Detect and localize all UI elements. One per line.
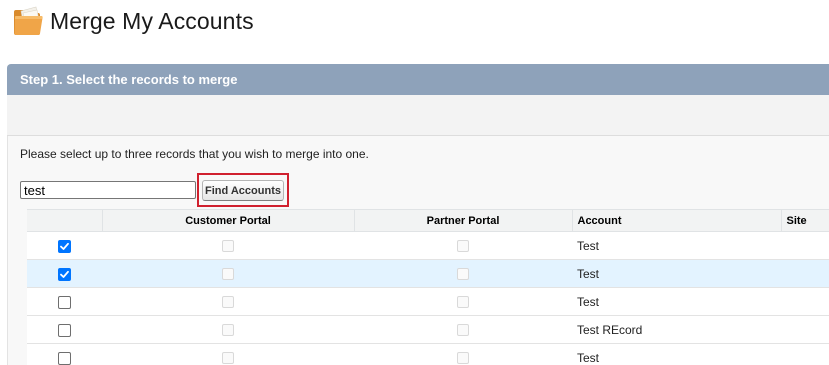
table-row: Test <box>27 287 829 316</box>
folder-icon <box>14 6 43 35</box>
partner-portal-checkbox <box>457 324 469 337</box>
account-cell: Test <box>572 287 781 316</box>
column-header-site[interactable]: Site <box>781 209 829 232</box>
partner-portal-cell <box>354 315 572 344</box>
site-cell <box>781 231 829 260</box>
site-cell <box>781 259 829 288</box>
table-row: Test <box>27 343 829 365</box>
select-checkbox[interactable] <box>58 295 71 309</box>
partner-portal-checkbox <box>457 240 469 253</box>
account-name: Test <box>577 266 600 281</box>
partner-portal-checkbox <box>457 268 469 281</box>
customer-portal-checkbox <box>222 268 234 281</box>
customer-portal-checkbox <box>222 240 234 253</box>
account-cell: Test <box>572 343 781 365</box>
account-cell: Test REcord <box>572 315 781 344</box>
customer-portal-checkbox <box>222 324 234 337</box>
select-cell <box>27 287 102 316</box>
account-name: Test <box>577 350 600 365</box>
page-title: Merge My Accounts <box>50 7 254 34</box>
customer-portal-cell <box>102 343 354 365</box>
find-accounts-button[interactable]: Find Accounts <box>202 180 284 201</box>
column-header-account[interactable]: Account <box>572 209 782 232</box>
column-header-partner-portal[interactable]: Partner Portal <box>354 209 573 232</box>
partner-portal-checkbox <box>457 352 469 365</box>
select-checkbox[interactable] <box>58 323 71 337</box>
site-cell <box>781 315 829 344</box>
table-header-row: Customer Portal Partner Portal Account S… <box>27 209 829 232</box>
select-cell <box>27 315 102 344</box>
table-body: Test Test Test Test REcord Test <box>27 231 829 365</box>
partner-portal-cell <box>354 231 572 260</box>
account-name: Test <box>577 294 600 309</box>
customer-portal-checkbox <box>222 352 234 365</box>
select-cell <box>27 259 102 288</box>
account-cell: Test <box>572 259 781 288</box>
partner-portal-cell <box>354 259 572 288</box>
results-table: Customer Portal Partner Portal Account S… <box>27 209 829 365</box>
button-bar <box>7 95 829 136</box>
table-row: Test <box>27 231 829 260</box>
step-header: Step 1. Select the records to merge <box>7 64 829 95</box>
site-cell <box>781 343 829 365</box>
account-cell: Test <box>572 231 781 260</box>
customer-portal-cell <box>102 287 354 316</box>
account-name: Test REcord <box>577 322 643 337</box>
select-cell <box>27 231 102 260</box>
column-header-customer-portal[interactable]: Customer Portal <box>102 209 355 232</box>
page-header: Merge My Accounts <box>12 4 254 38</box>
account-name: Test <box>577 238 600 253</box>
customer-portal-checkbox <box>222 296 234 309</box>
customer-portal-cell <box>102 259 354 288</box>
merge-accounts-page: Merge My Accounts Step 1. Select the rec… <box>0 0 829 365</box>
table-row: Test <box>27 259 829 288</box>
partner-portal-cell <box>354 343 572 365</box>
step-title: Step 1. Select the records to merge <box>20 72 238 87</box>
select-cell <box>27 343 102 365</box>
site-cell <box>781 287 829 316</box>
select-checkbox[interactable] <box>58 239 71 253</box>
table-row: Test REcord <box>27 315 829 344</box>
instructions-text: Please select up to three records that y… <box>20 147 369 161</box>
customer-portal-cell <box>102 231 354 260</box>
column-header-select <box>27 209 103 232</box>
customer-portal-cell <box>102 315 354 344</box>
partner-portal-checkbox <box>457 296 469 309</box>
select-checkbox[interactable] <box>58 267 71 281</box>
search-input[interactable] <box>20 181 196 199</box>
partner-portal-cell <box>354 287 572 316</box>
select-checkbox[interactable] <box>58 351 71 365</box>
